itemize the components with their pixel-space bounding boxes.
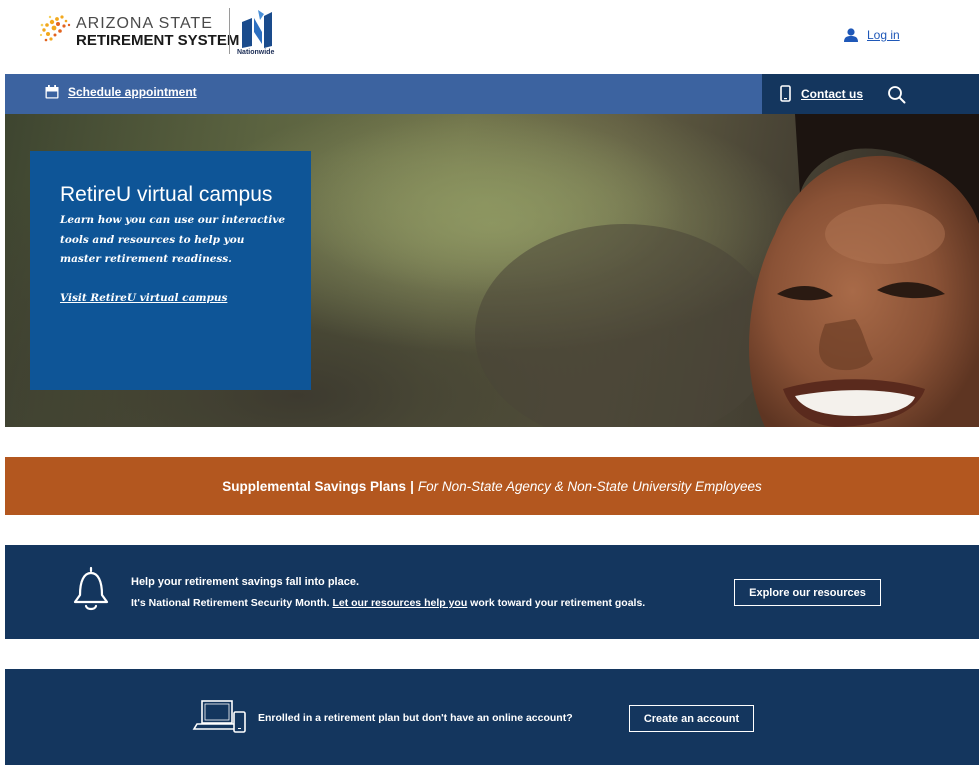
nationwide-wordmark: Nationwide bbox=[237, 49, 275, 56]
explore-resources-button[interactable]: Explore our resources bbox=[734, 579, 881, 606]
devices-icon bbox=[192, 700, 246, 733]
hero-banner: RetireU virtual campus Learn how you can… bbox=[5, 114, 979, 427]
logo-line-1: ARIZONA STATE bbox=[76, 15, 213, 32]
calendar-icon bbox=[45, 85, 59, 99]
utility-nav-bar: Schedule appointment Contact us bbox=[5, 74, 979, 114]
nrsm-body-prefix: It's National Retirement Security Month. bbox=[131, 597, 330, 609]
login-link-group[interactable]: Log in bbox=[843, 25, 900, 45]
asrs-logo[interactable]: ARIZONA STATE RETIREMENT SYSTEM Nationwi… bbox=[38, 8, 288, 58]
nrsm-body-suffix: work toward your retirement goals. bbox=[470, 597, 646, 609]
supplemental-savings-banner[interactable]: Supplemental Savings Plans | For Non-Sta… bbox=[5, 457, 979, 515]
schedule-appointment-link[interactable]: Schedule appointment bbox=[45, 85, 197, 99]
login-link[interactable]: Log in bbox=[867, 28, 900, 42]
resources-help-link[interactable]: Let our resources help you bbox=[332, 597, 467, 609]
bell-icon bbox=[73, 566, 109, 611]
logo-divider bbox=[229, 8, 230, 54]
hero-promo-card: RetireU virtual campus Learn how you can… bbox=[30, 151, 311, 390]
logo-line-2: RETIREMENT SYSTEM bbox=[76, 32, 240, 49]
contact-us-label: Contact us bbox=[801, 86, 864, 101]
create-account-banner: Enrolled in a retirement plan but don't … bbox=[5, 669, 979, 765]
nrsm-body: It's National Retirement Security Month.… bbox=[131, 597, 645, 609]
site-header: ARIZONA STATE RETIREMENT SYSTEM Nationwi… bbox=[0, 0, 979, 74]
ssp-separator: | bbox=[410, 478, 414, 494]
contact-us-link[interactable]: Contact us bbox=[780, 85, 863, 102]
nav-right-section: Contact us bbox=[762, 74, 979, 114]
mobile-phone-icon bbox=[780, 85, 791, 102]
ssp-subtitle: For Non-State Agency & Non-State Univers… bbox=[417, 478, 762, 494]
retirement-security-banner: Help your retirement savings fall into p… bbox=[5, 545, 979, 639]
hero-title: RetireU virtual campus bbox=[60, 183, 273, 206]
ssp-title: Supplemental Savings Plans bbox=[222, 478, 407, 494]
asrs-sun-logo-icon bbox=[39, 15, 71, 42]
nrsm-title: Help your retirement savings fall into p… bbox=[131, 576, 360, 588]
account-prompt-text: Enrolled in a retirement plan but don't … bbox=[258, 712, 573, 724]
search-icon[interactable] bbox=[886, 84, 908, 106]
hero-description: Learn how you can use our interactive to… bbox=[60, 214, 286, 265]
visit-retireu-link[interactable]: Visit RetireU virtual campus bbox=[60, 292, 227, 304]
user-icon bbox=[844, 28, 858, 42]
create-account-button[interactable]: Create an account bbox=[629, 705, 754, 732]
schedule-appointment-label: Schedule appointment bbox=[68, 85, 197, 99]
